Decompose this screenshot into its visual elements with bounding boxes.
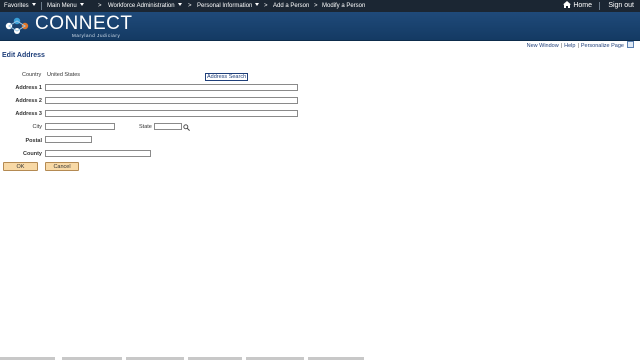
- sign-out-link[interactable]: Sign out: [608, 1, 634, 11]
- breadcrumb-arrow-icon: >: [188, 3, 192, 9]
- favorites-label: Favorites: [4, 3, 29, 9]
- breadcrumb-workforce-administration[interactable]: Workforce Administration: [108, 2, 182, 10]
- breadcrumb-arrow-icon: >: [314, 3, 318, 9]
- personalize-icon[interactable]: [627, 41, 634, 48]
- breadcrumb-label: Modify a Person: [322, 3, 366, 9]
- lookup-magnifier-icon[interactable]: [183, 124, 190, 131]
- chevron-down-icon: [255, 3, 260, 6]
- chevron-down-icon: [177, 3, 182, 6]
- address3-input[interactable]: [45, 110, 298, 117]
- ok-button[interactable]: OK: [3, 162, 38, 171]
- home-label: Home: [573, 2, 592, 9]
- page-links: New Window | Help | Personalize Page: [527, 41, 634, 49]
- main-menu[interactable]: Main Menu: [47, 2, 84, 10]
- address2-label: Address 2: [15, 98, 42, 104]
- home-icon: [563, 1, 572, 8]
- breadcrumb-arrow-icon: >: [98, 3, 102, 9]
- address2-input[interactable]: [45, 97, 298, 104]
- link-divider: |: [577, 43, 579, 49]
- breadcrumb-arrow-icon: >: [264, 3, 268, 9]
- link-divider: |: [560, 43, 563, 49]
- help-link[interactable]: Help: [564, 43, 575, 49]
- city-label: City: [32, 124, 42, 130]
- breadcrumb-label: Add a Person: [273, 3, 310, 9]
- breadcrumb-add-a-person[interactable]: Add a Person: [273, 2, 309, 10]
- postal-input[interactable]: [45, 136, 92, 143]
- address3-label: Address 3: [15, 111, 42, 117]
- nav-divider: [599, 2, 600, 10]
- app-logo-subtitle: Maryland Judiciary: [72, 33, 121, 38]
- chevron-down-icon: [31, 3, 36, 6]
- country-value: United States: [47, 72, 81, 78]
- breadcrumb-personal-information[interactable]: Personal Information: [197, 2, 260, 10]
- main-menu-label: Main Menu: [47, 3, 77, 9]
- address-search-button[interactable]: Address Search: [205, 73, 249, 81]
- new-window-link[interactable]: New Window: [527, 43, 559, 49]
- state-input[interactable]: [154, 123, 182, 130]
- breadcrumb-label: Personal Information: [197, 3, 253, 9]
- county-label: County: [23, 151, 42, 157]
- address1-label: Address 1: [15, 85, 42, 91]
- home-link[interactable]: Home: [563, 1, 592, 11]
- page-title: Edit Address: [2, 52, 45, 59]
- favorites-menu[interactable]: Favorites: [4, 2, 36, 10]
- country-label: Country: [22, 72, 42, 78]
- city-input[interactable]: [45, 123, 115, 130]
- personalize-page-link[interactable]: Personalize Page: [581, 43, 624, 49]
- cancel-button[interactable]: Cancel: [45, 162, 79, 171]
- county-input[interactable]: [45, 150, 151, 157]
- connect-logo-icon: [5, 17, 29, 34]
- address1-input[interactable]: [45, 84, 298, 91]
- chevron-down-icon: [79, 3, 84, 6]
- state-label: State: [139, 124, 152, 130]
- breadcrumb-label: Workforce Administration: [108, 3, 175, 9]
- breadcrumb-modify-a-person[interactable]: Modify a Person: [322, 2, 365, 10]
- nav-divider: [41, 2, 42, 10]
- postal-label: Postal: [25, 138, 42, 144]
